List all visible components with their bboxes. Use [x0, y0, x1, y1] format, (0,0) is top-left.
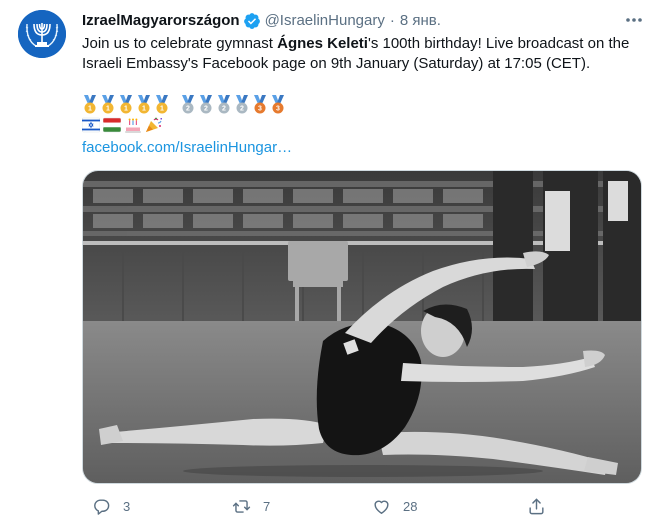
- medal-rank-label: 1: [88, 105, 92, 112]
- medal-rank-label: 3: [276, 105, 280, 112]
- israel-flag-icon: [82, 117, 100, 133]
- menorah-emblem-icon: [18, 10, 66, 58]
- medal-1-icon: 1: [138, 94, 150, 113]
- medal-rank-label: 1: [106, 105, 110, 112]
- tweet-media-photo[interactable]: [82, 170, 642, 484]
- retweet-button[interactable]: 7: [232, 492, 270, 520]
- timestamp[interactable]: 8 янв.: [400, 11, 441, 31]
- medal-2-icon: 2: [218, 94, 230, 113]
- medal-rank-label: 1: [160, 105, 164, 112]
- medal-3-icon: 3: [272, 94, 284, 113]
- hungary-flag-icon: [103, 117, 121, 133]
- medal-3-icon: 3: [254, 94, 266, 113]
- facebook-link[interactable]: facebook.com/IsraelinHungar…: [82, 138, 292, 158]
- tweet-text-bold: Ágnes Keleti: [277, 35, 368, 52]
- tweet-text-part1: Join us to celebrate gymnast: [82, 35, 278, 52]
- medal-1-icon: 1: [102, 94, 114, 113]
- verified-badge-icon: [243, 13, 260, 29]
- medal-emoji-row: 1 1 1 1 1 2 2 2 2 3 3: [82, 94, 288, 114]
- handle[interactable]: @IsraelinHungary: [265, 11, 385, 31]
- heart-icon: [374, 500, 389, 514]
- retweet-icon: [232, 499, 251, 513]
- medal-rank-label: 2: [186, 105, 190, 112]
- tweet-header: IzraelMagyarországon @IsraelinHungary · …: [82, 11, 441, 31]
- medal-1-icon: 1: [120, 94, 132, 113]
- medal-rank-label: 1: [124, 105, 128, 112]
- more-dots-icon: [626, 18, 642, 22]
- like-button[interactable]: 28: [372, 492, 417, 520]
- medal-rank-label: 2: [204, 105, 208, 112]
- gymnast-photo: [83, 171, 641, 483]
- more-options-button[interactable]: [622, 10, 646, 30]
- display-name[interactable]: IzraelMagyarországon: [82, 11, 240, 31]
- medal-rank-label: 1: [142, 105, 146, 112]
- medal-rank-label: 2: [222, 105, 226, 112]
- cake-icon: [125, 118, 141, 133]
- party-popper-icon: [146, 117, 162, 132]
- reply-icon: [94, 498, 110, 515]
- medal-1-icon: 1: [156, 94, 168, 113]
- retweet-count: 7: [263, 498, 271, 514]
- medal-2-icon: 2: [200, 94, 212, 113]
- emoji-row-2: [82, 115, 166, 135]
- share-button[interactable]: [527, 492, 558, 520]
- like-count: 28: [403, 498, 418, 514]
- tweet-actions: 3 7 28: [82, 492, 642, 520]
- tweet-text: Join us to celebrate gymnast Ágnes Kelet…: [82, 34, 642, 74]
- reply-count: 3: [123, 498, 131, 514]
- medal-2-icon: 2: [236, 94, 248, 113]
- avatar[interactable]: [18, 10, 66, 58]
- separator-dot: ·: [389, 12, 395, 29]
- medal-2-icon: 2: [182, 94, 194, 113]
- reply-button[interactable]: 3: [92, 492, 130, 520]
- medal-rank-label: 2: [240, 105, 244, 112]
- share-icon: [529, 498, 544, 514]
- medal-rank-label: 3: [258, 105, 262, 112]
- medal-1-icon: 1: [84, 94, 96, 113]
- tweet[interactable]: IzraelMagyarországon @IsraelinHungary · …: [0, 0, 657, 523]
